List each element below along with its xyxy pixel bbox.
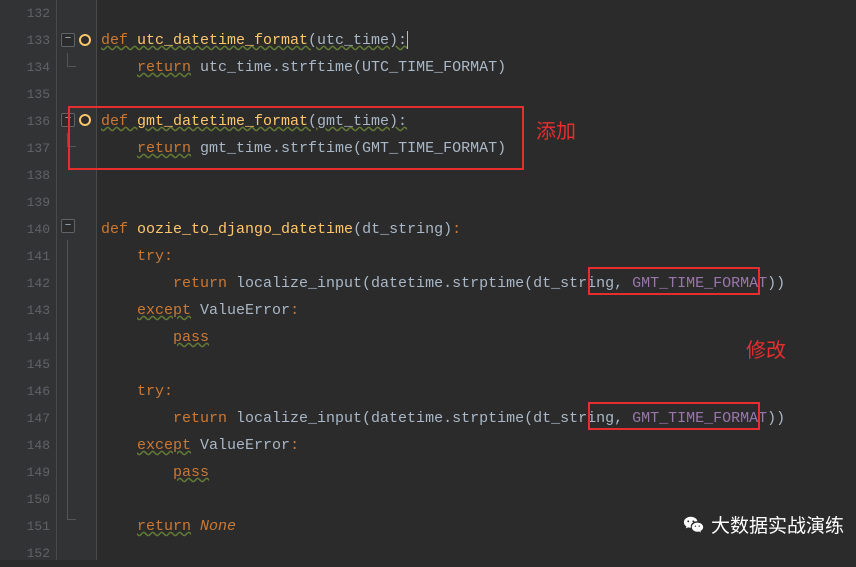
code-line: return localize_input(datetime.strptime(… bbox=[97, 405, 856, 432]
watermark-text: 大数据实战演练 bbox=[711, 511, 844, 538]
fold-end-icon bbox=[67, 53, 68, 66]
code-line: pass bbox=[97, 324, 856, 351]
line-number: 136 bbox=[0, 108, 56, 135]
code-line: return localize_input(datetime.strptime(… bbox=[97, 270, 856, 297]
line-number: 142 bbox=[0, 270, 56, 297]
line-number: 141 bbox=[0, 243, 56, 270]
editor-area[interactable]: def utc_datetime_format(utc_time): retur… bbox=[97, 0, 856, 560]
code-line: def gmt_datetime_format(gmt_time): bbox=[97, 108, 856, 135]
line-number: 149 bbox=[0, 459, 56, 486]
fold-gutter bbox=[57, 0, 97, 560]
code-line bbox=[97, 189, 856, 216]
line-number: 145 bbox=[0, 351, 56, 378]
code-line: try: bbox=[97, 243, 856, 270]
code-line: try: bbox=[97, 378, 856, 405]
line-number: 135 bbox=[0, 81, 56, 108]
line-number: 133 bbox=[0, 27, 56, 54]
line-number: 137 bbox=[0, 135, 56, 162]
gutter-method-icon[interactable] bbox=[79, 114, 91, 126]
fold-line bbox=[67, 320, 68, 347]
code-line: pass bbox=[97, 459, 856, 486]
line-number: 150 bbox=[0, 486, 56, 513]
fold-line bbox=[67, 267, 68, 294]
fold-line bbox=[67, 293, 68, 320]
line-number: 148 bbox=[0, 432, 56, 459]
fold-line bbox=[67, 373, 68, 400]
code-line: return gmt_time.strftime(GMT_TIME_FORMAT… bbox=[97, 135, 856, 162]
annotation-label-add: 添加 bbox=[536, 115, 576, 144]
fold-line bbox=[67, 240, 68, 267]
fold-line bbox=[67, 480, 68, 507]
fold-line bbox=[67, 427, 68, 454]
code-line bbox=[97, 0, 856, 27]
fold-line bbox=[67, 400, 68, 427]
code-line bbox=[97, 81, 856, 108]
wechat-icon bbox=[683, 514, 705, 536]
code-line bbox=[97, 486, 856, 513]
code-line: except ValueError: bbox=[97, 432, 856, 459]
line-number: 144 bbox=[0, 324, 56, 351]
line-number: 152 bbox=[0, 540, 56, 567]
code-line: return utc_time.strftime(UTC_TIME_FORMAT… bbox=[97, 54, 856, 81]
watermark: 大数据实战演练 bbox=[683, 511, 844, 538]
code-line: except ValueError: bbox=[97, 297, 856, 324]
fold-toggle-icon[interactable] bbox=[61, 219, 75, 233]
line-number: 134 bbox=[0, 54, 56, 81]
code-line: def utc_datetime_format(utc_time): bbox=[97, 27, 856, 54]
code-line bbox=[97, 540, 856, 567]
line-number: 151 bbox=[0, 513, 56, 540]
fold-end-icon bbox=[67, 507, 68, 520]
line-number: 139 bbox=[0, 189, 56, 216]
line-number: 140 bbox=[0, 216, 56, 243]
line-number: 147 bbox=[0, 405, 56, 432]
line-number: 143 bbox=[0, 297, 56, 324]
line-number: 138 bbox=[0, 162, 56, 189]
code-line: def oozie_to_django_datetime(dt_string): bbox=[97, 216, 856, 243]
line-number-gutter: 132 133 134 135 136 137 138 139 140 141 … bbox=[0, 0, 57, 560]
text-cursor bbox=[407, 31, 408, 49]
code-line bbox=[97, 162, 856, 189]
fold-line bbox=[67, 347, 68, 374]
fold-toggle-icon[interactable] bbox=[61, 113, 75, 127]
code-line bbox=[97, 351, 856, 378]
annotation-label-modify: 修改 bbox=[746, 334, 786, 363]
fold-line bbox=[67, 453, 68, 480]
fold-end-icon bbox=[67, 133, 68, 146]
line-number: 146 bbox=[0, 378, 56, 405]
line-number: 132 bbox=[0, 0, 56, 27]
fold-toggle-icon[interactable] bbox=[61, 33, 75, 47]
gutter-method-icon[interactable] bbox=[79, 34, 91, 46]
